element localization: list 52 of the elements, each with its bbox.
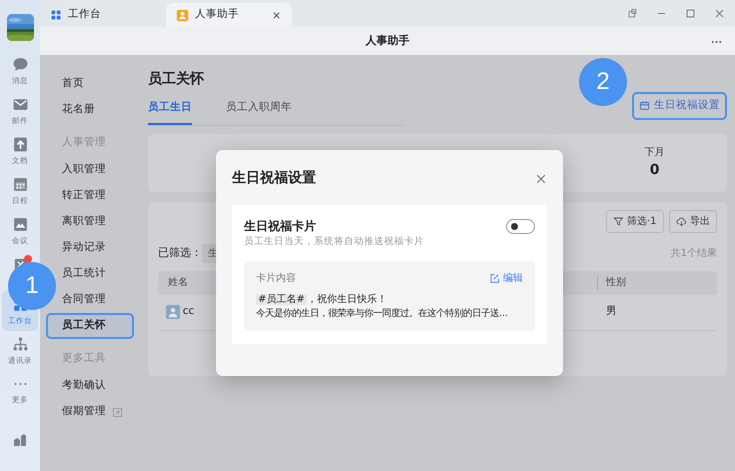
- table-cell-text: 男: [605, 304, 618, 320]
- grid-icon: [50, 9, 62, 21]
- org-chart-icon: [12, 336, 28, 353]
- message-text: #员工名# ，祝你生日快乐！: [256, 292, 388, 307]
- nav-item[interactable]: 入职管理: [46, 157, 134, 183]
- dialog-title: 生日祝福设置: [232, 169, 316, 188]
- close-icon[interactable]: [714, 8, 725, 19]
- person-icon: [176, 8, 189, 22]
- message-text: 今天是你的生日，很荣幸与你一同度过。在这个特别的日子送...: [256, 306, 509, 321]
- header-title: 人事助手: [366, 32, 410, 49]
- stat-label: 下月: [644, 146, 665, 160]
- document-icon: [12, 136, 28, 153]
- page-title: 员工关怀: [148, 70, 205, 89]
- section-label: 卡片内容: [256, 272, 296, 286]
- nav-item[interactable]: 首页: [46, 71, 134, 97]
- section-heading: 更多工具: [62, 351, 106, 366]
- section-heading: 人事管理: [62, 135, 106, 150]
- close-icon[interactable]: [271, 10, 282, 20]
- meeting-icon: [12, 216, 28, 233]
- window-tab[interactable]: 工作台: [40, 3, 166, 27]
- edit-icon: [489, 273, 500, 284]
- table-cell-text: cc: [182, 304, 194, 320]
- setting-description: 员工生日当天，系统将自动推送祝福卡片: [244, 235, 425, 249]
- stat-value: 0: [650, 160, 660, 180]
- maximize-icon[interactable]: [685, 8, 696, 19]
- nav-item[interactable]: 转正管理: [46, 183, 134, 209]
- result-count: 共1个结果: [670, 246, 717, 261]
- close-icon[interactable]: [535, 172, 547, 184]
- building-icon[interactable]: [12, 432, 28, 448]
- more-icon: [12, 382, 28, 386]
- nav-item[interactable]: 异动记录: [46, 235, 134, 261]
- calendar-icon: [12, 176, 28, 193]
- toggle-switch[interactable]: [506, 218, 535, 234]
- nav-item[interactable]: 假期管理: [46, 399, 134, 425]
- chat-bubble-icon: [12, 56, 28, 73]
- export-button[interactable]: 导出: [669, 210, 717, 233]
- filter-button[interactable]: 筛选·1: [606, 210, 664, 233]
- filter-icon: [612, 216, 624, 227]
- filter-label: 已筛选：: [158, 245, 202, 261]
- nav-item[interactable]: 离职管理: [46, 209, 134, 235]
- column-header: 姓名: [167, 276, 188, 290]
- page-tab[interactable]: 员工入职周年: [226, 96, 292, 125]
- window-tab[interactable]: 人事助手: [166, 3, 292, 27]
- edit-link[interactable]: 编辑: [489, 271, 523, 286]
- setting-title: 生日祝福卡片: [244, 218, 316, 235]
- cloud-download-icon: [676, 216, 687, 227]
- nav-item[interactable]: 考勤确认: [46, 373, 134, 399]
- nav-item[interactable]: 花名册: [46, 97, 134, 123]
- user-avatar-icon: [166, 305, 180, 320]
- nav-item[interactable]: 员工关怀: [46, 313, 134, 339]
- column-header: 性别: [597, 275, 717, 290]
- calendar-icon: [639, 100, 650, 112]
